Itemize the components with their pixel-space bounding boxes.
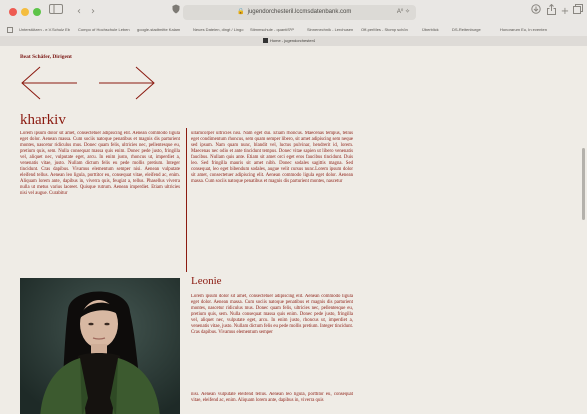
favicon-icon [263,38,268,43]
scrollbar[interactable] [582,148,585,220]
address-bar[interactable]: 🔒 jugendorchesteril.lccmsdatenbank.com A… [183,5,416,20]
address-bar-url: jugendorchesteril.lccmsdatenbank.com [247,9,352,15]
bookmark-item[interactable]: Stimmschule - quantiS¹P [250,25,294,35]
bookmark-item[interactable]: DS-Reitenburge [452,25,481,35]
address-bar-tools[interactable]: A⁰ ✧ [397,5,410,20]
bookmark-item[interactable]: Unterstützen - e.V.Schulz Eb [19,25,70,35]
browser-toolbar: ‹ › 🔒 jugendorchesteril.lccmsdatenbank.c… [0,0,587,25]
plus-icon[interactable]: + [559,4,571,20]
minimize-window-button[interactable] [21,8,29,16]
bookmark-item[interactable]: Neues Dateien, dingt / Lingo [193,25,243,35]
close-window-button[interactable] [9,8,17,16]
back-icon[interactable]: ‹ [74,4,84,20]
grid-icon[interactable] [7,27,13,33]
download-icon[interactable] [530,4,542,20]
leonie-text-continued: nisi. Aenean vulputate eleifend tellus. … [191,392,353,403]
tabs-icon[interactable] [572,4,584,20]
bookmark-item[interactable]: Überblick [422,25,439,35]
body-text-column-1: Lorem ipsum dolor sit amet, consectetuer… [20,131,180,196]
bookmark-item[interactable]: Off-perMes - Stomp schön [361,25,408,35]
browser-chrome: ‹ › 🔒 jugendorchesteril.lccmsdatenbank.c… [0,0,587,46]
leonie-text: Lorem ipsum dolor sit amet, consectetuer… [191,294,353,335]
portrait-photo [20,278,180,414]
bookmark-item[interactable]: google-stadtmitte Kalam [137,25,180,35]
body-text-column-2: ullamcorper ultricies nisi. Nam eget dui… [191,131,353,184]
bookmark-item[interactable]: Honorarum Eu, In eventen [500,25,547,35]
share-icon[interactable] [545,3,557,20]
tab-title: Home - jugendorchester4 [270,38,316,43]
bookmark-item[interactable]: Sinnenechnik - Lerchusen [307,25,353,35]
column-divider [186,128,187,272]
city-title: kharkiv [20,112,66,128]
sidebar-icon[interactable] [48,4,64,20]
tab-bar: Home - jugendorchester4 [0,36,587,46]
bookmarks-bar: Unterstützen - e.V.Schulz Eb Compo of Ho… [0,25,587,35]
person-name: Beat Schäfer, Dirigent [20,54,72,60]
arrow-right-icon[interactable] [98,66,156,100]
tab-active[interactable]: Home - jugendorchester4 [263,37,325,45]
bookmark-item[interactable]: Compo of Hochschule Leben [78,25,130,35]
shield-icon[interactable] [170,4,182,20]
arrow-left-icon[interactable] [20,66,78,100]
section-title-leonie: Leonie [191,275,222,287]
forward-icon[interactable]: › [88,4,98,20]
zoom-window-button[interactable] [33,8,41,16]
web-page: Beat Schäfer, Dirigent kharkiv Lorem ips… [0,46,587,414]
